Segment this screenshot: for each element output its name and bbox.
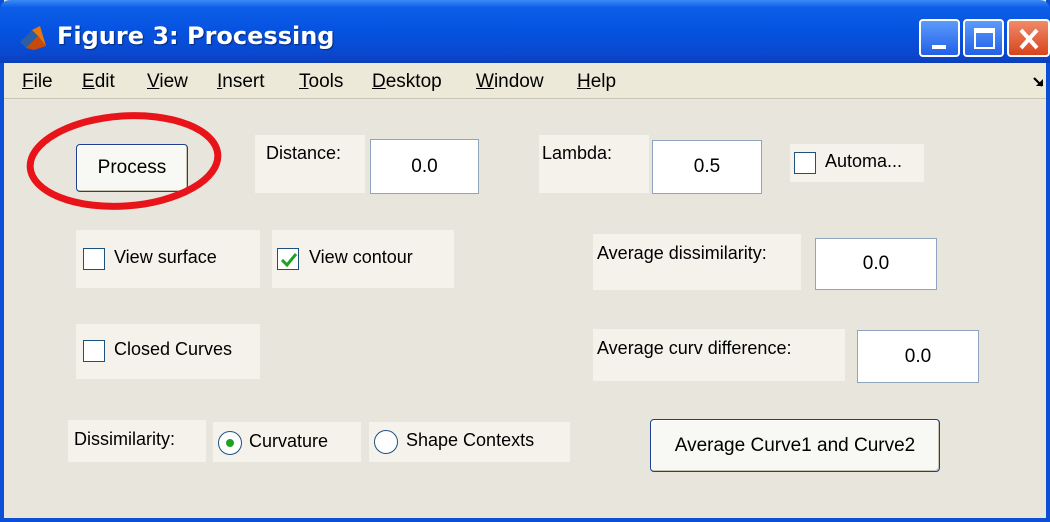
- minimize-button[interactable]: [919, 19, 960, 57]
- view-surface-label: View surface: [114, 247, 217, 267]
- view-contour-checkbox[interactable]: [277, 248, 299, 270]
- checkmark-icon: [280, 253, 298, 268]
- menu-edit[interactable]: Edit: [82, 71, 115, 93]
- menu-help-label: elp: [590, 71, 617, 92]
- automatic-checkbox-row[interactable]: Automa...: [790, 144, 924, 182]
- dock-arrow-icon[interactable]: [1032, 75, 1046, 89]
- closed-curves-checkbox-row[interactable]: Closed Curves: [76, 324, 260, 379]
- menu-desktop-label: esktop: [385, 71, 442, 92]
- process-button[interactable]: Process: [76, 144, 188, 192]
- avg-curv-difference-label: Average curv difference:: [593, 329, 845, 381]
- curvature-label: Curvature: [249, 431, 329, 451]
- lambda-label-text: Lambda:: [542, 143, 613, 163]
- menu-insert[interactable]: Insert: [217, 71, 265, 93]
- menu-bar: File Edit View Insert Tools Desktop Wind…: [4, 63, 1046, 99]
- avg-dissimilarity-label: Average dissimilarity:: [593, 234, 801, 290]
- shape-contexts-radio-row[interactable]: Shape Contexts: [369, 422, 570, 462]
- menu-file-label: ile: [33, 71, 53, 92]
- maximize-icon: [974, 28, 995, 49]
- view-contour-label: View contour: [309, 247, 413, 267]
- menu-desktop-mnemonic: D: [372, 71, 386, 92]
- menu-help[interactable]: Help: [577, 71, 616, 93]
- view-surface-checkbox[interactable]: [83, 248, 105, 270]
- distance-label: Distance:: [255, 135, 365, 193]
- automatic-checkbox[interactable]: [794, 152, 816, 174]
- minimize-icon: [932, 45, 946, 49]
- control-panel: Process Distance: 0.0 Lambda: 0.5 Automa…: [4, 100, 1046, 518]
- menu-tools[interactable]: Tools: [299, 71, 343, 93]
- closed-curves-label: Closed Curves: [114, 339, 233, 359]
- close-button[interactable]: [1007, 19, 1050, 57]
- menu-file[interactable]: File: [22, 71, 53, 93]
- figure-window: Figure 3: Processing File Edit View Inse…: [0, 0, 1050, 522]
- menu-window[interactable]: Window: [476, 71, 544, 93]
- automatic-label: Automa...: [825, 151, 903, 171]
- avg-dissimilarity-label-text: Average dissimilarity:: [597, 243, 767, 263]
- menu-insert-label: nsert: [222, 71, 265, 92]
- avg-curv-difference-field[interactable]: 0.0: [857, 330, 979, 383]
- avg-dissimilarity-field[interactable]: 0.0: [815, 238, 937, 290]
- menu-window-mnemonic: W: [476, 71, 494, 92]
- menu-file-mnemonic: F: [22, 71, 34, 92]
- menu-desktop[interactable]: Desktop: [372, 71, 442, 93]
- matlab-logo-icon: [20, 26, 46, 50]
- dissimilarity-label: Dissimilarity:: [68, 420, 206, 462]
- menu-tools-mnemonic: T: [299, 71, 309, 92]
- radio-selected-dot: [226, 439, 234, 447]
- maximize-button[interactable]: [963, 19, 1004, 57]
- curvature-radio-row[interactable]: Curvature: [213, 422, 361, 462]
- menu-help-mnemonic: H: [577, 71, 591, 92]
- lambda-field[interactable]: 0.5: [652, 140, 762, 194]
- shape-contexts-label: Shape Contexts: [406, 430, 535, 450]
- view-contour-checkbox-row[interactable]: View contour: [272, 230, 454, 288]
- menu-view[interactable]: View: [147, 71, 188, 93]
- menu-edit-label: dit: [94, 71, 115, 92]
- view-surface-checkbox-row[interactable]: View surface: [76, 230, 260, 288]
- shape-contexts-radio[interactable]: [374, 430, 398, 454]
- avg-curv-difference-label-text: Average curv difference:: [597, 338, 792, 358]
- menu-tools-label: ools: [308, 71, 344, 92]
- dissimilarity-label-text: Dissimilarity:: [74, 429, 175, 449]
- window-title: Figure 3: Processing: [57, 22, 335, 50]
- menu-window-label: indow: [493, 71, 544, 92]
- title-bar[interactable]: Figure 3: Processing: [0, 0, 1050, 63]
- menu-view-mnemonic: V: [147, 71, 160, 92]
- menu-view-label: iew: [159, 71, 188, 92]
- curvature-radio[interactable]: [218, 431, 242, 455]
- close-icon: [1019, 28, 1039, 50]
- closed-curves-checkbox[interactable]: [83, 340, 105, 362]
- lambda-label: Lambda:: [539, 135, 649, 193]
- distance-label-text: Distance:: [266, 143, 342, 163]
- average-curves-button[interactable]: Average Curve1 and Curve2: [650, 419, 940, 472]
- menu-edit-mnemonic: E: [82, 71, 95, 92]
- distance-field[interactable]: 0.0: [370, 139, 479, 194]
